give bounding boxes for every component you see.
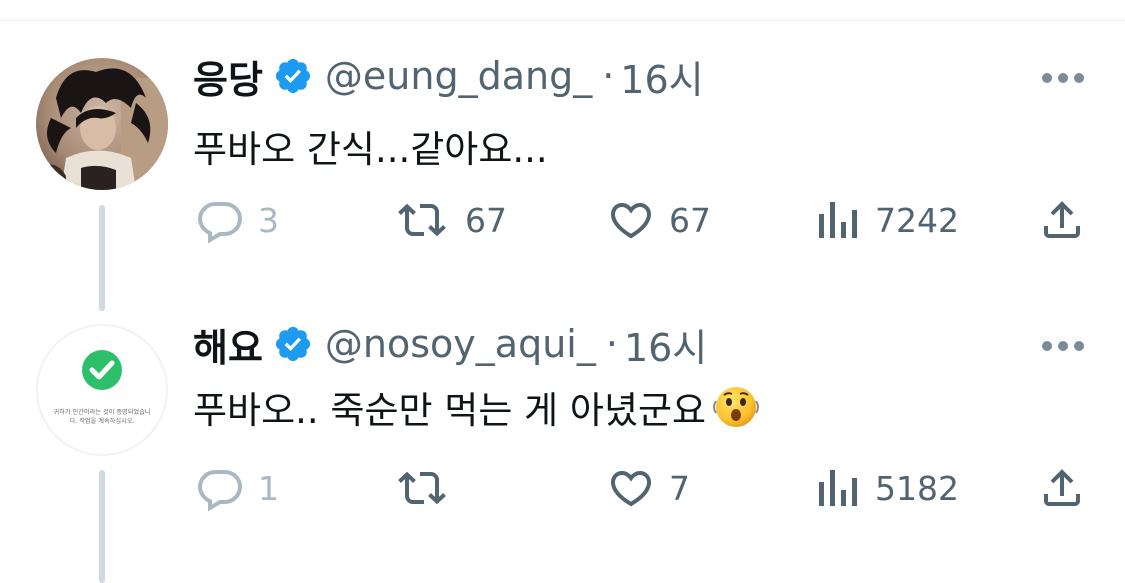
views-count: 5182 [875, 468, 959, 508]
retweet-icon [398, 471, 446, 505]
tweet-text: 푸바오.. 죽순만 먹는 게 아녔군요 [193, 378, 762, 436]
views-button[interactable]: 5182 [815, 458, 959, 518]
reply-button[interactable]: 3 [196, 190, 279, 250]
tweet-text-content: 푸바오 간식...같아요... [193, 128, 548, 171]
views-button[interactable]: 7242 [815, 190, 959, 250]
views-count: 7242 [875, 200, 959, 240]
hushed-face-emoji-icon [710, 381, 762, 433]
retweet-icon [398, 203, 446, 237]
views-bar-chart-icon [819, 202, 857, 238]
separator-dot: · [605, 322, 618, 366]
handle[interactable]: @eung_dang_ [325, 54, 592, 98]
tweet-text-content: 푸바오.. 죽순만 먹는 게 아녔군요 [193, 389, 707, 432]
like-count: 7 [669, 468, 690, 508]
display-name[interactable]: 해요 [193, 317, 263, 372]
action-bar: 1 7 5182 [0, 458, 1125, 518]
more-dots-icon[interactable] [1040, 70, 1086, 84]
share-button[interactable] [1038, 190, 1086, 250]
like-button[interactable]: 67 [607, 190, 711, 250]
avatar[interactable] [36, 58, 168, 190]
timestamp[interactable]: 16시 [620, 49, 703, 104]
handle[interactable]: @nosoy_aqui_ [325, 322, 596, 366]
green-check-avatar-icon: 귀하가 인간이라는 것이 증명되었습니 다. 작업을 계속하십시오. [38, 326, 166, 454]
share-upload-icon [1044, 469, 1080, 506]
retweet-count: 67 [465, 200, 507, 240]
heart-icon [610, 203, 652, 239]
tweet-header: 응당 @eung_dang_ · 16시 [193, 48, 704, 104]
share-button[interactable] [1038, 458, 1086, 518]
separator-dot: · [602, 54, 615, 98]
tweet[interactable]: 응당 @eung_dang_ · 16시 푸바오 간식...같아요... 3 6… [0, 0, 1125, 290]
like-button[interactable]: 7 [607, 458, 690, 518]
views-bar-chart-icon [819, 470, 857, 506]
display-name[interactable]: 응당 [193, 49, 263, 104]
like-count: 67 [669, 200, 711, 240]
heart-icon [610, 471, 652, 507]
avatar-caption-line1: 귀하가 인간이라는 것이 증명되었습니 [54, 408, 151, 416]
reply-count: 1 [258, 468, 279, 508]
more-dots-icon[interactable] [1040, 338, 1086, 352]
action-bar: 3 67 67 7242 [0, 190, 1125, 250]
retweet-button[interactable] [397, 458, 465, 518]
verified-badge-icon [273, 56, 313, 96]
verified-badge-icon [273, 324, 313, 364]
timestamp[interactable]: 16시 [624, 317, 707, 372]
avatar-caption-line2: 다. 작업을 계속하십시오. [70, 417, 135, 425]
retweet-button[interactable]: 67 [397, 190, 507, 250]
tweet[interactable]: 귀하가 인간이라는 것이 증명되었습니 다. 작업을 계속하십시오. 해요 @n… [0, 290, 1125, 583]
reply-count: 3 [258, 200, 279, 240]
dark-hair-photo-avatar-icon [36, 58, 168, 190]
reply-button[interactable]: 1 [196, 458, 279, 518]
reply-bubble-icon [197, 202, 243, 244]
tweet-header: 해요 @nosoy_aqui_ · 16시 [193, 316, 707, 372]
avatar[interactable]: 귀하가 인간이라는 것이 증명되었습니 다. 작업을 계속하십시오. [36, 324, 168, 456]
share-upload-icon [1044, 201, 1080, 238]
reply-bubble-icon [197, 470, 243, 512]
tweet-text: 푸바오 간식...같아요... [193, 118, 548, 174]
